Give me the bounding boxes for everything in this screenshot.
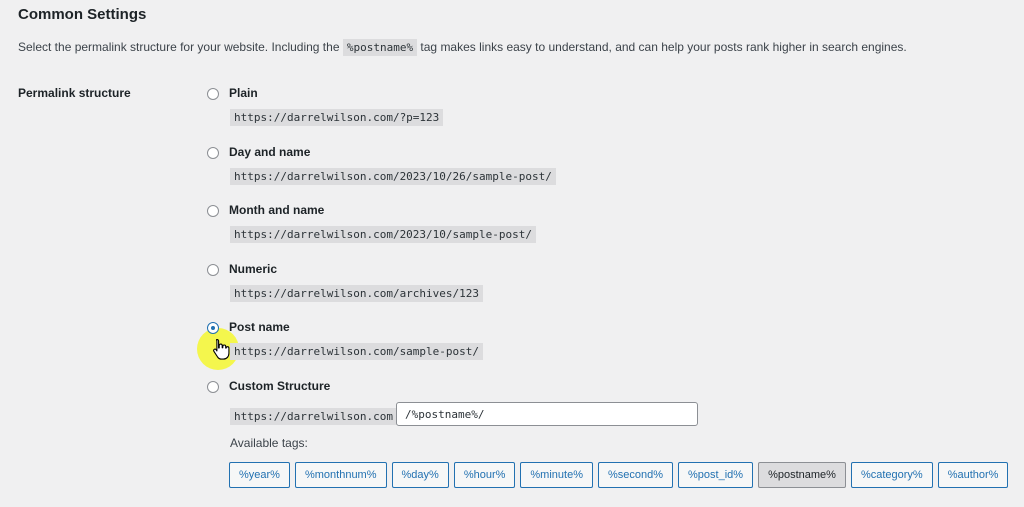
option-plain-label[interactable]: Plain xyxy=(229,86,258,100)
tag-year-button[interactable]: %year% xyxy=(229,462,290,488)
option-day-and-name-url: https://darrelwilson.com/2023/10/26/samp… xyxy=(230,168,556,185)
hand-pointer-icon xyxy=(213,338,230,360)
description-text-post: tag makes links easy to understand, and … xyxy=(420,40,907,54)
tag-author-button[interactable]: %author% xyxy=(937,462,1009,488)
option-plain-url: https://darrelwilson.com/?p=123 xyxy=(230,109,444,126)
available-tags-label: Available tags: xyxy=(230,436,308,450)
radio-numeric[interactable] xyxy=(207,264,219,276)
section-description: Select the permalink structure for your … xyxy=(18,39,907,56)
radio-plain[interactable] xyxy=(207,88,219,100)
radio-post-name[interactable] xyxy=(207,322,219,334)
description-text-pre: Select the permalink structure for your … xyxy=(18,40,340,54)
option-day-and-name-label[interactable]: Day and name xyxy=(229,145,310,159)
option-post-name-url: https://darrelwilson.com/sample-post/ xyxy=(230,343,484,360)
tag-monthnum-button[interactable]: %monthnum% xyxy=(294,462,387,488)
option-month-and-name-label[interactable]: Month and name xyxy=(229,203,324,217)
option-numeric-label[interactable]: Numeric xyxy=(229,262,277,276)
option-custom-structure-label[interactable]: Custom Structure xyxy=(229,379,330,393)
tag-hour-button[interactable]: %hour% xyxy=(453,462,516,488)
custom-structure-base-url: https://darrelwilson.com xyxy=(230,408,397,425)
permalink-structure-label: Permalink structure xyxy=(18,86,131,100)
tag-minute-button[interactable]: %minute% xyxy=(520,462,593,488)
tag-post-id-button[interactable]: %post_id% xyxy=(678,462,754,488)
radio-day-and-name[interactable] xyxy=(207,147,219,159)
tag-category-button[interactable]: %category% xyxy=(850,462,933,488)
tag-postname-button[interactable]: %postname% xyxy=(758,462,846,488)
custom-structure-input[interactable] xyxy=(396,402,698,426)
tag-day-button[interactable]: %day% xyxy=(391,462,449,488)
option-month-and-name-url: https://darrelwilson.com/2023/10/sample-… xyxy=(230,226,537,243)
radio-month-and-name[interactable] xyxy=(207,205,219,217)
option-numeric-url: https://darrelwilson.com/archives/123 xyxy=(230,285,484,302)
section-title: Common Settings xyxy=(18,6,147,23)
option-post-name-label[interactable]: Post name xyxy=(229,320,290,334)
radio-custom-structure[interactable] xyxy=(207,381,219,393)
description-code: %postname% xyxy=(342,39,418,56)
available-tags: %year% %monthnum% %day% %hour% %minute% … xyxy=(229,462,1009,488)
permalink-settings-page: Common Settings Select the permalink str… xyxy=(0,0,1024,507)
tag-second-button[interactable]: %second% xyxy=(597,462,674,488)
